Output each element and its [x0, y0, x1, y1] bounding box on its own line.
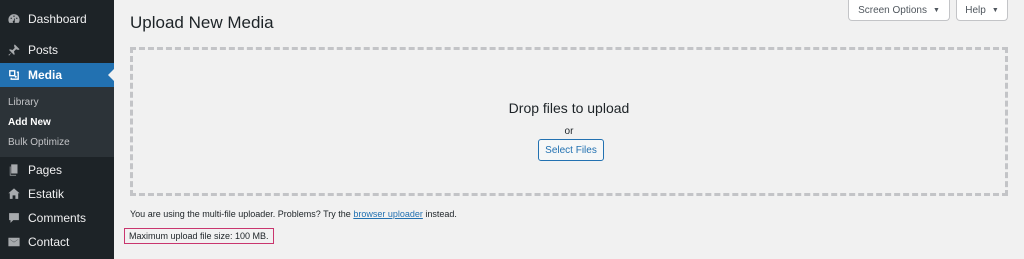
select-files-button[interactable]: Select Files: [538, 139, 604, 161]
help-button[interactable]: Help ▼: [956, 0, 1008, 21]
uploader-note: You are using the multi-file uploader. P…: [130, 209, 457, 219]
wp-admin-layout: Dashboard Posts Media Library Add New Bu…: [0, 0, 1024, 259]
sidebar-item-label: Contact: [28, 235, 70, 249]
media-submenu: Library Add New Bulk Optimize: [0, 87, 114, 157]
pin-icon: [7, 43, 21, 57]
sidebar-item-label: Comments: [28, 211, 87, 225]
sidebar-item-pages[interactable]: Pages: [0, 158, 114, 182]
max-upload-size: Maximum upload file size: 100 MB.: [124, 228, 274, 244]
drop-zone[interactable]: Drop files to upload or Select Files: [130, 47, 1008, 196]
sidebar-item-label: Pages: [28, 163, 63, 177]
sidebar-item-label: Estatik: [28, 187, 65, 201]
media-icon: [7, 68, 21, 82]
sidebar-item-media[interactable]: Media: [0, 63, 114, 87]
help-label: Help: [965, 4, 986, 16]
drop-or-text: or: [564, 126, 574, 137]
caret-down-icon: ▼: [933, 6, 940, 14]
drop-title: Drop files to upload: [508, 100, 630, 116]
dashboard-icon: [7, 12, 21, 26]
main-content: Upload New Media Screen Options ▼ Help ▼…: [114, 0, 1024, 259]
sidebar-item-estatik[interactable]: Estatik: [0, 182, 114, 206]
submenu-item-add-new[interactable]: Add New: [8, 117, 51, 128]
pages-icon: [7, 163, 21, 177]
sidebar-item-contact[interactable]: Contact: [0, 230, 114, 254]
comment-icon: [7, 211, 21, 225]
sidebar-item-label: Dashboard: [28, 12, 87, 26]
screen-options-button[interactable]: Screen Options ▼: [848, 0, 950, 21]
home-icon: [7, 187, 21, 201]
sidebar-item-label: Media: [28, 68, 63, 82]
caret-down-icon: ▼: [991, 6, 999, 14]
screen-options-label: Screen Options: [858, 4, 927, 16]
submenu-item-bulk-optimize[interactable]: Bulk Optimize: [8, 137, 70, 148]
uploader-note-suffix: instead.: [425, 209, 457, 219]
sidebar-item-posts[interactable]: Posts: [0, 38, 114, 62]
sidebar-item-comments[interactable]: Comments: [0, 206, 114, 230]
submenu-item-library[interactable]: Library: [8, 97, 39, 108]
uploader-note-prefix: You are using the multi-file uploader. P…: [130, 209, 351, 219]
mail-icon: [7, 235, 21, 249]
sidebar-item-dashboard[interactable]: Dashboard: [0, 7, 114, 31]
sidebar-item-label: Posts: [28, 43, 59, 57]
admin-sidebar: Dashboard Posts Media Library Add New Bu…: [0, 0, 114, 259]
page-title: Upload New Media: [130, 13, 274, 32]
browser-uploader-link[interactable]: browser uploader: [353, 209, 423, 219]
